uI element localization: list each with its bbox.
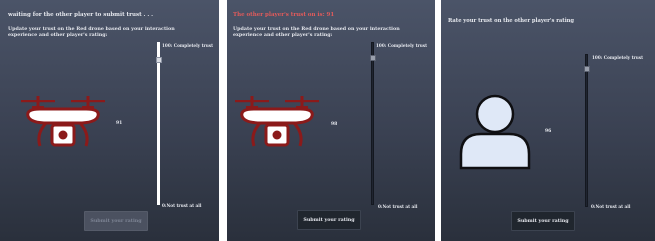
submit-rating-button[interactable]: Submit your rating xyxy=(84,211,148,231)
person-avatar-icon xyxy=(459,94,531,170)
slider-max-label: 100: Completely trust xyxy=(162,43,214,48)
trust-slider-handle[interactable] xyxy=(155,57,162,63)
trust-value-label: 96 xyxy=(545,129,552,134)
trust-value-label: 98 xyxy=(331,122,338,127)
trust-panel-waiting: waiting for the other player to submit t… xyxy=(0,0,219,241)
slider-min-label: 0:Not trust at all xyxy=(378,204,418,209)
red-drone-icon xyxy=(21,96,105,147)
trust-slider-handle[interactable] xyxy=(369,55,376,61)
trust-slider-track[interactable] xyxy=(371,42,374,205)
slider-max-label: 100: Completely trust xyxy=(376,43,428,48)
trust-slider-handle[interactable] xyxy=(583,66,590,72)
submit-rating-button[interactable]: Submit your rating xyxy=(511,211,575,231)
trust-panel-rate-player: Rate your trust on the other player's ra… xyxy=(441,0,655,241)
trust-slider-track[interactable] xyxy=(157,42,160,205)
trust-panel-update: The other player's trust on is: 91 Updat… xyxy=(227,0,435,241)
slider-min-label: 0:Not trust at all xyxy=(591,204,631,209)
instruction-text: Update your trust on the Red drone based… xyxy=(8,26,175,39)
other-player-trust-status: The other player's trust on is: 91 xyxy=(233,12,335,18)
rate-player-prompt: Rate your trust on the other player's ra… xyxy=(448,18,575,24)
trust-value-label: 91 xyxy=(116,121,123,126)
submit-rating-button[interactable]: Submit your rating xyxy=(297,210,361,230)
slider-min-label: 0:Not trust at all xyxy=(162,203,202,208)
status-text: waiting for the other player to submit t… xyxy=(8,12,154,18)
trust-slider-track[interactable] xyxy=(585,54,588,207)
red-drone-icon xyxy=(235,96,319,147)
slider-max-label: 100: Completely trust xyxy=(592,55,644,60)
instruction-text: Update your trust on the Red drone based… xyxy=(233,26,400,39)
